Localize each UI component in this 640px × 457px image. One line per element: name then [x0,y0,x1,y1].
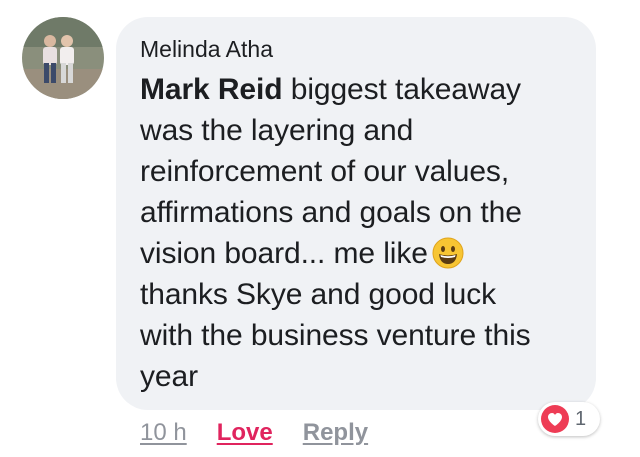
comment-line: reinforcement of our values, [140,155,510,188]
comment-line: affirmations and goals on the [140,196,522,229]
timestamp-link[interactable]: 10 h [140,418,187,448]
comment-bubble: Melinda Atha Mark Reid biggest takeaway … [116,17,596,410]
comment-line: thanks Skye and good luck [140,278,497,311]
avatar[interactable] [22,17,104,99]
comment-actions: 10 h Love Reply [140,418,368,448]
comment-body: Mark Reid biggest takeaway was the layer… [140,69,574,397]
comment-line: year [140,360,198,393]
reaction-badge[interactable]: 1 [538,402,600,436]
comment-line: was the layering and [140,114,414,147]
reaction-count: 1 [575,407,587,430]
comment-line: biggest takeaway [290,73,521,106]
mention-link[interactable]: Mark Reid [140,73,283,106]
reply-button[interactable]: Reply [303,418,368,448]
comment-author[interactable]: Melinda Atha [140,35,574,63]
grinning-face-emoji-icon [432,237,464,269]
comment-line: vision board... me like [140,237,428,270]
comment: Melinda Atha Mark Reid biggest takeaway … [0,0,640,457]
comment-line: with the business venture this [140,319,531,352]
heart-icon [541,405,569,433]
love-button[interactable]: Love [217,418,273,448]
